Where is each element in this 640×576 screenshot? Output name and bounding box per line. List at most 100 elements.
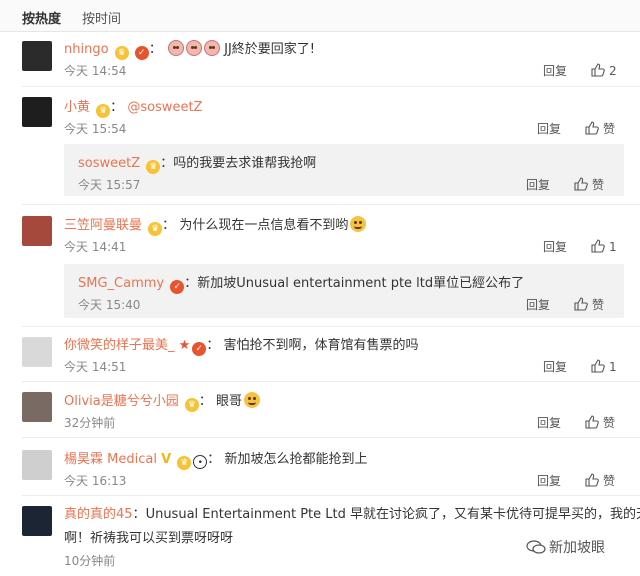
like-count: 2 — [609, 64, 617, 78]
divider — [22, 495, 640, 496]
reply-button[interactable]: 回复 — [537, 120, 561, 137]
reply-button[interactable]: 回复 — [526, 176, 550, 193]
wink-emoji-icon — [244, 392, 261, 408]
verified-v-icon: V — [161, 452, 172, 467]
like-label: 赞 — [592, 178, 605, 192]
reply-button[interactable]: 回复 — [543, 238, 567, 255]
avatar[interactable] — [22, 506, 52, 536]
pig-emoji-icon — [185, 40, 202, 56]
thumbs-up-icon — [591, 359, 605, 373]
badge-icon: ✓ — [170, 280, 185, 294]
comment-time: 今天 14:54 — [64, 64, 127, 78]
divider — [22, 437, 640, 438]
like-count: 1 — [609, 360, 617, 374]
vip-icon: ♛ — [148, 222, 163, 236]
reply-button[interactable]: 回复 — [526, 296, 550, 313]
comment-time: 今天 14:41 — [64, 240, 127, 254]
tab-by-heat[interactable]: 按热度 — [22, 8, 61, 27]
comment-text-continued: 啊！祈祷我可以买到票呀呀呀 — [64, 531, 234, 546]
reply-button[interactable]: 回复 — [537, 414, 561, 431]
like-label: 赞 — [603, 416, 616, 430]
comment-username[interactable]: Olivia是糖兮兮小园 — [64, 394, 179, 409]
thumbs-up-icon — [591, 63, 605, 77]
avatar[interactable] — [22, 97, 52, 127]
divider — [22, 204, 640, 205]
comment-text: 为什么现在一点信息看不到哟 — [179, 218, 349, 233]
avatar[interactable] — [22, 450, 52, 480]
vip-icon: ♛ — [114, 46, 129, 60]
watermark: 新加坡眼 — [526, 537, 605, 557]
reply-username[interactable]: SMG_Cammy — [78, 276, 164, 291]
badge-icon: ✓ — [192, 342, 207, 356]
thumbs-up-icon — [591, 239, 605, 253]
separator: ： — [110, 100, 124, 115]
thumbs-up-icon — [585, 473, 599, 487]
separator: ： — [198, 394, 212, 409]
separator: ： — [206, 338, 220, 353]
badge-icon: ✓ — [134, 46, 149, 60]
comment-text: Unusual Entertainment Pte Ltd 早就在讨论疯了，又有… — [145, 507, 640, 522]
thumbs-up-icon — [574, 297, 588, 311]
comment-username[interactable]: 你微笑的样子最美_ — [64, 338, 175, 353]
like-button[interactable]: 赞 — [584, 472, 615, 489]
avatar[interactable] — [22, 337, 52, 367]
separator: ： — [207, 452, 221, 467]
reply-button[interactable]: 回复 — [537, 472, 561, 489]
separator: ： — [132, 507, 146, 522]
reply-time: 今天 15:57 — [78, 178, 141, 192]
reply-text: 吗的我要去求谁帮我抢啊 — [173, 156, 317, 171]
comment-text: JJ終於要回家了! — [224, 42, 316, 57]
like-button[interactable]: 1 — [590, 238, 617, 254]
mention-link[interactable]: @sosweetZ — [127, 100, 202, 115]
comment-text: 害怕抢不到啊，体育馆有售票的吗 — [223, 338, 419, 353]
like-button[interactable]: 赞 — [573, 176, 604, 193]
like-button[interactable]: 2 — [590, 62, 617, 78]
vip-icon: ♛ — [146, 160, 161, 174]
like-button[interactable]: 1 — [590, 358, 617, 374]
separator: ： — [184, 276, 198, 291]
thumbs-up-icon — [585, 415, 599, 429]
comment-time: 今天 14:51 — [64, 360, 127, 374]
panda-icon: • — [193, 455, 208, 469]
reply-username[interactable]: sosweetZ — [78, 156, 140, 171]
comment-username[interactable]: nhingo — [64, 42, 109, 57]
comment-username[interactable]: 真的真的45 — [64, 507, 133, 522]
comment-time: 今天 15:54 — [64, 122, 127, 136]
reply-button[interactable]: 回复 — [543, 358, 567, 375]
star-icon: ★ — [178, 338, 191, 353]
reply-text: 新加坡Unusual entertainment pte ltd單位已經公布了 — [197, 276, 525, 291]
separator: ： — [148, 42, 162, 57]
thumbs-up-icon — [585, 121, 599, 135]
comment-username[interactable]: 三笠阿曼联曼 — [64, 218, 142, 233]
like-button[interactable]: 赞 — [584, 414, 615, 431]
pig-emoji-icon — [203, 40, 220, 56]
avatar[interactable] — [22, 41, 52, 71]
vip-icon: ♛ — [184, 398, 199, 412]
divider — [22, 86, 640, 87]
like-label: 赞 — [603, 474, 616, 488]
comment-time: 今天 16:13 — [64, 474, 127, 488]
avatar[interactable] — [22, 216, 52, 246]
thumbs-up-icon — [574, 177, 588, 191]
like-button[interactable]: 赞 — [573, 296, 604, 313]
comment-text: 新加坡怎么抢都能抢到上 — [224, 452, 368, 467]
comment-time: 10分钟前 — [64, 554, 116, 568]
divider — [22, 326, 640, 327]
vip-icon: ♛ — [177, 456, 192, 470]
vip-icon: ♛ — [96, 104, 111, 118]
smile-emoji-icon — [350, 216, 367, 232]
like-label: 赞 — [592, 298, 605, 312]
tab-by-time[interactable]: 按时间 — [82, 8, 121, 27]
comment-time: 32分钟前 — [64, 416, 116, 430]
divider — [22, 381, 640, 382]
comment-username[interactable]: 楊昊霖 Medical — [64, 452, 157, 467]
pig-emoji-icon — [167, 40, 184, 56]
sort-bar: 按热度 按时间 — [0, 0, 640, 32]
wechat-icon — [526, 540, 546, 554]
separator: ： — [160, 156, 174, 171]
reply-button[interactable]: 回复 — [543, 62, 567, 79]
like-button[interactable]: 赞 — [584, 120, 615, 137]
like-count: 1 — [609, 240, 617, 254]
comment-username[interactable]: 小黄 — [64, 100, 90, 115]
avatar[interactable] — [22, 392, 52, 422]
